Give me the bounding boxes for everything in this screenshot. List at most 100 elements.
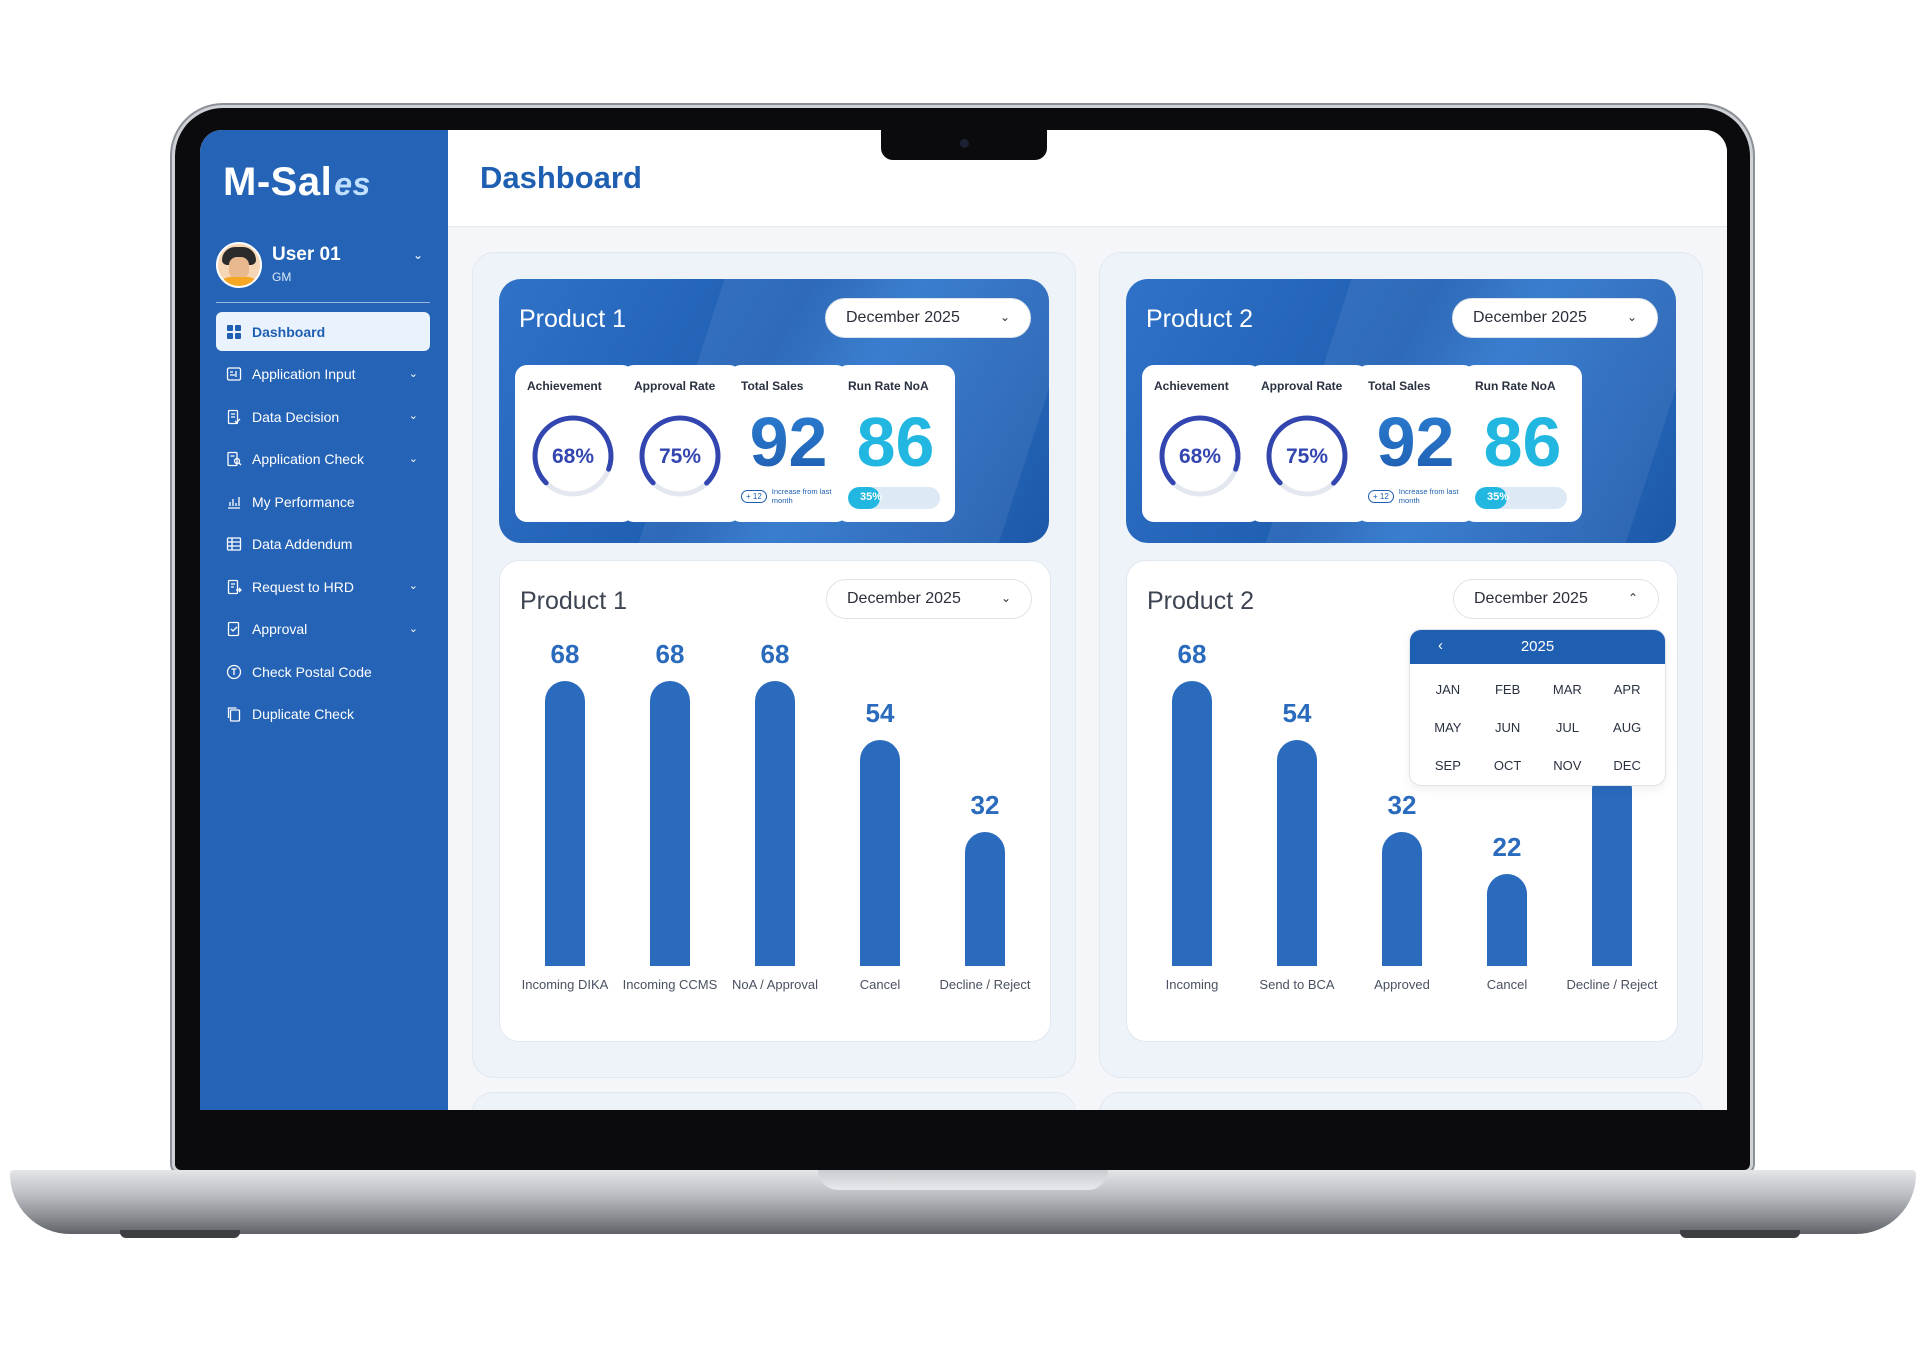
increase-note: + 12 Increase from last month [741, 487, 832, 505]
bar-category-label: Send to BCA [1259, 977, 1335, 992]
sidebar-item-data-addendum[interactable]: Data Addendum [216, 525, 430, 564]
product-panel: Product 2 December 2025 ⌄ Achievement 68% App… [1099, 252, 1703, 1078]
month-option[interactable]: JUN [1478, 708, 1538, 746]
sidebar-item-duplicate-check[interactable]: Duplicate Check [216, 695, 430, 734]
bar [1592, 769, 1632, 966]
month-option[interactable]: FEB [1478, 670, 1538, 708]
bar-category-label: Decline / Reject [1566, 977, 1658, 992]
bar [965, 831, 1005, 966]
achievement-metric: Achievement 68% [1142, 365, 1261, 522]
metric-label: Run Rate NoA [848, 379, 929, 393]
bar-value-label: 22 [1492, 831, 1522, 862]
sidebar-item-label: Duplicate Check [252, 706, 354, 722]
chevron-down-icon[interactable]: ⌄ [1000, 310, 1010, 324]
bar [1172, 681, 1212, 966]
metric-label: Total Sales [1368, 379, 1431, 393]
metric-label: Run Rate NoA [1475, 379, 1556, 393]
gauge-value: 68% [1179, 445, 1221, 468]
bar-category-label: Cancel [1486, 977, 1528, 992]
sidebar-item-label: Approval [252, 621, 308, 637]
header: Dashboard [448, 130, 1727, 227]
sidebar-item-application-check[interactable]: Application Check ⌄ [216, 440, 430, 479]
month-option[interactable]: APR [1597, 670, 1657, 708]
bar-category-label: Cancel [859, 977, 901, 992]
total-sales-metric: Total Sales 92 + 12 Increase from last mont… [729, 365, 848, 522]
bar-value-label: 54 [1282, 697, 1312, 728]
month-picker: ‹ 2025 JAN FEB MAR APR MAY JUN JUL AUG SEP OCT NOV DE… [1409, 629, 1666, 786]
sidebar-item-application-input[interactable]: Application Input ⌄ [216, 355, 430, 394]
month-option[interactable]: NOV [1538, 746, 1598, 784]
sidebar-item-label: Dashboard [252, 323, 326, 340]
sidebar-item-dashboard[interactable]: Dashboard [216, 312, 430, 351]
chevron-down-icon[interactable]: ⌄ [1001, 591, 1011, 605]
month-option[interactable]: JUL [1538, 708, 1598, 746]
chevron-down-icon[interactable]: ⌄ [409, 452, 418, 465]
month-dropdown-value: December 2025 [846, 309, 960, 326]
sidebar-item-label: Data Decision [252, 408, 340, 425]
month-dropdown[interactable]: December 2025 ⌄ [826, 579, 1032, 619]
run-rate-metric: Run Rate NoA 86 35% [1463, 365, 1582, 522]
month-option[interactable]: OCT [1478, 746, 1538, 784]
bar-value-label: 68 [1177, 639, 1207, 669]
gauge-value: 68% [552, 445, 594, 468]
month-dropdown[interactable]: December 2025 ⌄ [825, 298, 1031, 338]
sidebar-item-label: Data Addendum [252, 536, 353, 552]
approval-icon [226, 621, 242, 637]
sidebar-item-data-decision[interactable]: Data Decision ⌄ [216, 397, 430, 436]
metric-label: Approval Rate [1261, 379, 1343, 393]
chevron-down-icon[interactable]: ⌄ [409, 579, 418, 592]
grid-icon [226, 324, 242, 340]
bar-category-label: NoA / Approval [732, 977, 818, 992]
sidebar-item-my-performance[interactable]: My Performance [216, 482, 430, 521]
bar [650, 681, 690, 966]
bar-category-label: Incoming DIKA [521, 977, 609, 992]
user-name: User 01 [272, 244, 341, 265]
sidebar-item-request-to-hrd[interactable]: Request to HRD ⌄ [216, 567, 430, 606]
month-dropdown[interactable]: December 2025 ⌄ [1452, 298, 1658, 338]
sidebar-item-label: Application Check [252, 451, 365, 467]
document-check-icon [226, 409, 242, 425]
sidebar-divider [216, 302, 430, 303]
chevron-down-icon[interactable]: ⌄ [409, 622, 418, 635]
run-rate-value: 86 [856, 403, 935, 481]
month-option[interactable]: JAN [1418, 670, 1478, 708]
achievement-gauge: 68% [1154, 410, 1246, 502]
chart-title: Product 2 [1147, 587, 1255, 615]
sidebar-nav: Dashboard Application Input ⌄ Data Decision… [216, 312, 430, 737]
stats-card-title: Product 1 [519, 305, 627, 333]
chevron-down-icon[interactable]: ⌄ [409, 367, 418, 380]
chevron-down-icon[interactable]: ⌄ [409, 409, 418, 422]
app-logo[interactable]: M-Sales [223, 160, 371, 205]
chevron-down-icon[interactable]: ⌄ [1627, 310, 1637, 324]
sidebar: M-Sales User 01 GM ⌄ Dashboard Applicatio… [200, 130, 448, 1110]
month-option[interactable]: MAY [1418, 708, 1478, 746]
approval-rate-gauge: 75% [1261, 410, 1353, 502]
bar-value-label: 54 [865, 697, 895, 728]
page-title: Dashboard [480, 160, 642, 195]
month-picker-header: ‹ 2025 [1410, 630, 1665, 664]
month-dropdown[interactable]: December 2025 ⌃ [1453, 579, 1659, 619]
chevron-down-icon[interactable]: ⌄ [413, 248, 423, 262]
next-panel-edge [1099, 1092, 1703, 1110]
bar [860, 739, 900, 966]
month-option[interactable]: MAR [1538, 670, 1598, 708]
run-rate-value: 86 [1483, 403, 1562, 481]
run-rate-progress: 35% [848, 487, 940, 509]
bar [545, 681, 585, 966]
bar-value-label: 32 [1387, 789, 1417, 820]
approval-rate-metric: Approval Rate 75% [622, 365, 741, 522]
month-option[interactable]: DEC [1597, 746, 1657, 784]
sidebar-item-check-postal-code[interactable]: Check Postal Code [216, 652, 430, 691]
chevron-up-icon[interactable]: ⌃ [1628, 591, 1638, 605]
laptop-foot [1680, 1230, 1800, 1238]
month-option[interactable]: SEP [1418, 746, 1478, 784]
user-menu[interactable]: User 01 GM ⌄ [216, 238, 431, 294]
next-panel-edge [472, 1092, 1076, 1110]
bar-category-label: Decline / Reject [939, 977, 1031, 992]
sidebar-item-approval[interactable]: Approval ⌄ [216, 610, 430, 649]
sidebar-item-label: Application Input [252, 366, 356, 382]
total-sales-metric: Total Sales 92 + 12 Increase from last mont… [1356, 365, 1475, 522]
sidebar-item-label: My Performance [252, 493, 355, 510]
bar-chart: 68 Incoming DIKA 68 Incoming CCMS 68 NoA / Ap… [500, 621, 1050, 1041]
month-option[interactable]: AUG [1597, 708, 1657, 746]
